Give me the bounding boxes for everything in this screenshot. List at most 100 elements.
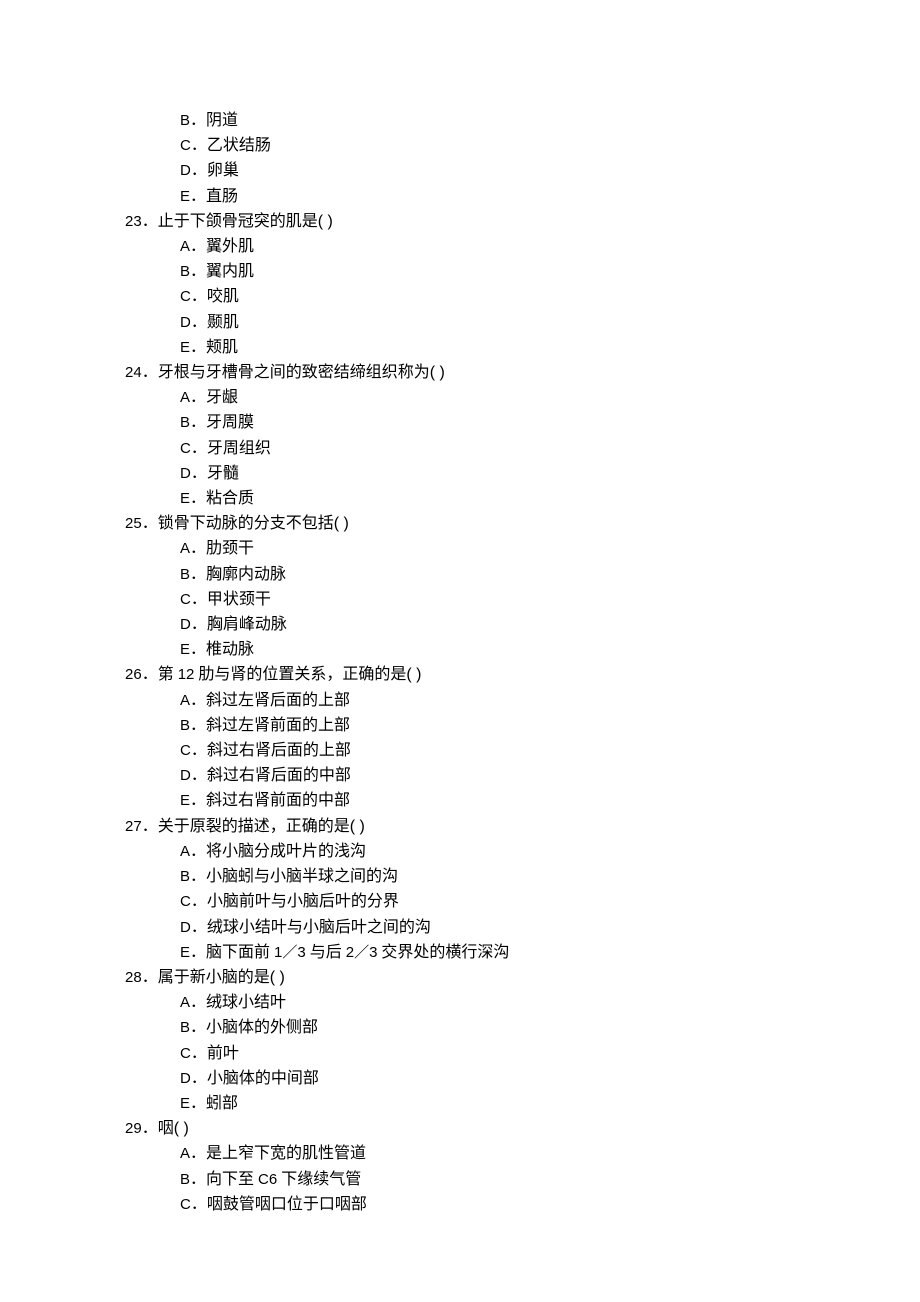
question-stem: 29．咽( ) (125, 1116, 800, 1141)
option-letter: A (180, 389, 190, 406)
option-text: ．脑下面前 (190, 944, 274, 961)
option-text: ．胸肩峰动脉 (191, 616, 287, 633)
answer-option: B．斜过左肾前面的上部 (125, 713, 800, 738)
question-text: ．锁骨下动脉的分支不包括 (142, 515, 334, 532)
question-text: ．咽 (142, 1120, 174, 1137)
question-number: 27 (125, 818, 142, 835)
option-letter: A (180, 540, 190, 557)
answer-option: C．前叶 (125, 1041, 800, 1066)
question-stem: 27．关于原裂的描述，正确的是( ) (125, 814, 800, 839)
question-number: 24 (125, 364, 142, 381)
option-text: ．牙周膜 (190, 414, 254, 431)
answer-option: C．乙状结肠 (125, 133, 800, 158)
option-text: ．小脑体的中间部 (191, 1070, 319, 1087)
answer-option: B．小脑蚓与小脑半球之间的沟 (125, 864, 800, 889)
answer-option: A．牙龈 (125, 385, 800, 410)
option-letter: D (180, 1070, 191, 1087)
answer-option: A．翼外肌 (125, 234, 800, 259)
answer-option: E．脑下面前 1／3 与后 2／3 交界处的横行深沟 (125, 940, 800, 965)
inline-code: C6 (258, 1171, 277, 1188)
answer-option: B．小脑体的外侧部 (125, 1015, 800, 1040)
answer-option: A．肋颈干 (125, 536, 800, 561)
question-number: 26 (125, 666, 142, 683)
answer-option: D．胸肩峰动脉 (125, 612, 800, 637)
option-text: 交界处的横行深沟 (377, 944, 509, 961)
option-text: ．斜过右肾后面的中部 (191, 767, 351, 784)
option-letter: E (180, 792, 190, 809)
option-letter: D (180, 314, 191, 331)
option-letter: C (180, 742, 191, 759)
option-letter: E (180, 490, 190, 507)
option-letter: E (180, 641, 190, 658)
option-letter: C (180, 1196, 191, 1213)
option-text: 下缘续气管 (277, 1171, 361, 1188)
option-text: 与后 (306, 944, 346, 961)
option-letter: C (180, 893, 191, 910)
option-text: ．卵巢 (191, 162, 239, 179)
option-text: ．绒球小结叶 (190, 994, 286, 1011)
option-letter: B (180, 112, 190, 129)
option-text: ．咽鼓管咽口位于口咽部 (191, 1196, 367, 1213)
answer-option: C．咬肌 (125, 284, 800, 309)
option-letter: C (180, 591, 191, 608)
option-text: ．斜过左肾后面的上部 (190, 692, 350, 709)
option-text: ．直肠 (190, 188, 238, 205)
option-text: ．颞肌 (191, 314, 239, 331)
option-letter: B (180, 414, 190, 431)
option-letter: B (180, 1171, 190, 1188)
option-letter: C (180, 440, 191, 457)
option-text: ．粘合质 (190, 490, 254, 507)
option-letter: D (180, 919, 191, 936)
answer-option: B．翼内肌 (125, 259, 800, 284)
option-letter: E (180, 944, 190, 961)
answer-option: D．绒球小结叶与小脑后叶之间的沟 (125, 915, 800, 940)
option-text: ．斜过右肾后面的上部 (191, 742, 351, 759)
option-letter: B (180, 263, 190, 280)
answer-option: D．卵巢 (125, 158, 800, 183)
option-text: ．小脑体的外侧部 (190, 1019, 318, 1036)
answer-blank: ( ) (406, 666, 421, 683)
answer-option: A．将小脑分成叶片的浅沟 (125, 839, 800, 864)
option-text: ．甲状颈干 (191, 591, 271, 608)
option-text: ．乙状结肠 (191, 137, 271, 154)
answer-option: A．是上窄下宽的肌性管道 (125, 1141, 800, 1166)
option-letter: D (180, 162, 191, 179)
answer-option: B．阴道 (125, 108, 800, 133)
answer-option: C．斜过右肾后面的上部 (125, 738, 800, 763)
answer-blank: ( ) (350, 818, 365, 835)
question-stem: 28．属于新小脑的是( ) (125, 965, 800, 990)
answer-option: E．颊肌 (125, 335, 800, 360)
option-text: ．牙髓 (191, 465, 239, 482)
answer-option: E．蚓部 (125, 1091, 800, 1116)
option-text: ．绒球小结叶与小脑后叶之间的沟 (191, 919, 431, 936)
option-letter: A (180, 843, 190, 860)
answer-option: E．粘合质 (125, 486, 800, 511)
option-text: ．前叶 (191, 1045, 239, 1062)
option-text: ．将小脑分成叶片的浅沟 (190, 843, 366, 860)
question-text: ．属于新小脑的是 (142, 969, 270, 986)
option-letter: C (180, 137, 191, 154)
option-letter: C (180, 288, 191, 305)
question-number: 23 (125, 213, 142, 230)
option-text: ．向下至 (190, 1171, 258, 1188)
option-letter: E (180, 339, 190, 356)
answer-blank: ( ) (174, 1120, 189, 1137)
inline-number: 12 (178, 666, 195, 683)
option-letter: D (180, 465, 191, 482)
answer-option: D．小脑体的中间部 (125, 1066, 800, 1091)
option-text: ．牙周组织 (191, 440, 271, 457)
option-text: ．胸廓内动脉 (190, 566, 286, 583)
option-letter: A (180, 994, 190, 1011)
answer-option: D．牙髓 (125, 461, 800, 486)
option-text: ．斜过右肾前面的中部 (190, 792, 350, 809)
answer-option: D．斜过右肾后面的中部 (125, 763, 800, 788)
option-letter: D (180, 767, 191, 784)
option-text: ．小脑前叶与小脑后叶的分界 (191, 893, 399, 910)
option-text: ．咬肌 (191, 288, 239, 305)
question-text: ．关于原裂的描述，正确的是 (142, 818, 350, 835)
answer-blank: ( ) (334, 515, 349, 532)
answer-option: A．斜过左肾后面的上部 (125, 688, 800, 713)
question-number: 28 (125, 969, 142, 986)
answer-option: B．向下至 C6 下缘续气管 (125, 1167, 800, 1192)
option-letter: B (180, 868, 190, 885)
